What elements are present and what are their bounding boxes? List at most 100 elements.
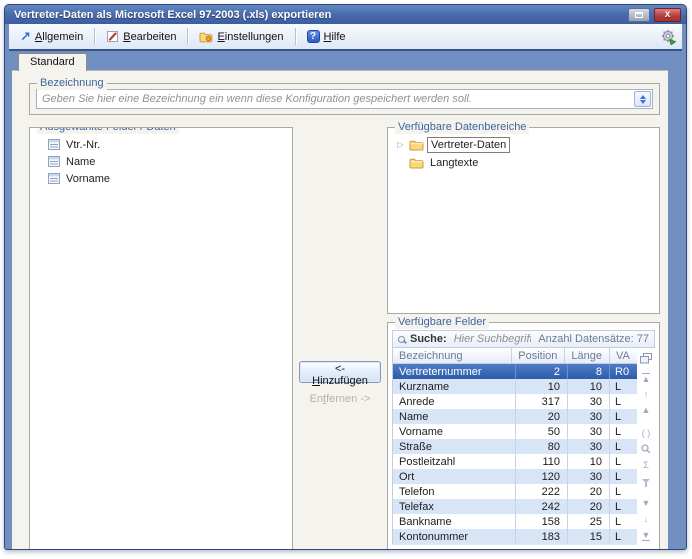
group-selected-fields: Ausgewählte Felder / Daten Vtr.-Nr. Name V… (29, 127, 293, 549)
tree-item[interactable]: Langtexte (395, 154, 655, 172)
search-row-icon[interactable] (641, 443, 651, 455)
main-row: Ausgewählte Felder / Daten Vtr.-Nr. Name V… (29, 120, 660, 549)
cell-laenge: 10 (567, 454, 609, 469)
cell-position: 183 (515, 529, 567, 544)
export-dialog-window: Vertreter-Daten als Microsoft Excel 97-2… (4, 4, 687, 550)
tree-item[interactable]: ▷ Vertreter-Daten (395, 136, 655, 154)
cell-va: L (609, 529, 637, 544)
group-available-fields: Verfügbare Felder Suche: Anzahl Datensät… (387, 315, 660, 549)
close-icon: x (664, 8, 671, 20)
toolbar-separator (94, 28, 96, 45)
list-item[interactable]: Name (39, 153, 288, 170)
cell-laenge: 8 (567, 364, 609, 379)
list-item[interactable]: Vtr.-Nr. (39, 136, 288, 153)
combo-dropdown-button[interactable] (634, 91, 651, 107)
cell-bezeichnung: Telefon (399, 485, 435, 498)
list-item-label: Vorname (66, 172, 111, 185)
group-bezeichnung: Bezeichnung (29, 76, 660, 115)
add-button[interactable]: <- Hinzufügen (299, 361, 381, 387)
right-column: Verfügbare Datenbereiche ▷ Vertreter-Date… (387, 120, 660, 549)
cell-bezeichnung: Bankname (399, 515, 452, 528)
cell-bezeichnung: Postleitzahl (399, 455, 456, 468)
export-gear-icon[interactable] (660, 29, 677, 45)
tab-page-standard: Bezeichnung Ausgewählte Felder / Daten V… (12, 70, 668, 549)
scroll-down-icon[interactable]: ▼ (642, 497, 651, 509)
window-title: Vertreter-Daten als Microsoft Excel 97-2… (14, 8, 332, 21)
toolbar-separator (187, 28, 189, 45)
column-chooser-icon[interactable] (640, 352, 652, 364)
spinner-up-icon (639, 94, 646, 99)
list-item[interactable]: Vorname (39, 170, 288, 187)
cell-laenge: 30 (567, 469, 609, 484)
cell-bezeichnung: Ort (399, 470, 415, 483)
cell-laenge: 30 (567, 439, 609, 454)
toolbar-button-hilfe[interactable]: ? Hilfe (301, 27, 352, 46)
table-row[interactable]: Telefax 242 20 L (393, 499, 637, 514)
column-header-1[interactable]: Position (511, 348, 564, 363)
cell-laenge: 30 (567, 409, 609, 424)
remove-button[interactable]: Entfernen -> (304, 392, 377, 406)
cell-position: 50 (515, 424, 567, 439)
column-header-0[interactable]: Bezeichnung (393, 348, 511, 363)
cell-laenge: 30 (567, 394, 609, 409)
group-data-areas: Verfügbare Datenbereiche ▷ Vertreter-Date… (387, 120, 660, 314)
cell-position: 242 (515, 499, 567, 514)
cell-laenge: 25 (567, 514, 609, 529)
column-header-3[interactable]: VA (609, 348, 637, 363)
cell-position: 158 (515, 514, 567, 529)
search-icon (398, 335, 405, 343)
move-up-icon[interactable]: ↑ (644, 388, 649, 400)
table-row[interactable]: Straße 80 30 L (393, 439, 637, 454)
filter-icon[interactable] (642, 475, 650, 487)
cell-bezeichnung: Name (399, 410, 429, 423)
scroll-up-icon[interactable]: ▲ (642, 404, 651, 416)
table-row[interactable]: Kurzname 10 10 L (393, 379, 637, 394)
summary-icon[interactable]: Σ (643, 459, 649, 471)
fields-body: Bezeichnung Position Länge VA Vertreternumm… (392, 348, 655, 545)
move-down-icon[interactable]: ↓ (644, 513, 649, 525)
bezeichnung-input[interactable] (37, 90, 633, 108)
expander-icon[interactable]: ▷ (395, 141, 406, 149)
parentheses-icon[interactable]: ( ) (642, 427, 651, 439)
cell-laenge: 15 (567, 529, 609, 544)
goto-last-icon[interactable]: ▼ (641, 529, 651, 541)
table-row[interactable]: Vorname 50 30 L (393, 424, 637, 439)
field-grid-icon (48, 173, 60, 184)
toolbar-button-label: Einstellungen (217, 30, 284, 43)
table-row[interactable]: Vertreternummer 2 8 R0 (393, 364, 637, 379)
spinner-down-icon (639, 99, 646, 104)
tab-standard[interactable]: Standard (18, 53, 87, 71)
cell-laenge: 20 (567, 499, 609, 514)
table-row[interactable]: Bankname 158 25 L (393, 514, 637, 529)
cell-va: L (609, 499, 637, 514)
folder-icon (409, 157, 424, 169)
column-header-2[interactable]: Länge (564, 348, 609, 363)
field-grid-icon (48, 156, 60, 167)
tab-strip: Standard (5, 51, 686, 71)
cell-position: 120 (515, 469, 567, 484)
close-button[interactable]: x (654, 7, 681, 22)
table-row[interactable]: Anrede 317 30 L (393, 394, 637, 409)
table-row[interactable]: Kontonummer 183 15 L (393, 529, 637, 544)
folder-icon (409, 139, 424, 151)
goto-first-icon[interactable]: ▲ (641, 372, 651, 384)
cell-bezeichnung: Kurzname (399, 380, 450, 393)
cell-va: L (609, 424, 637, 439)
search-input[interactable] (451, 332, 534, 346)
table-header: Bezeichnung Position Länge VA (393, 348, 637, 364)
toolbar-button-einstellungen[interactable]: Einstellungen (193, 28, 289, 46)
table-row[interactable]: Telefon 222 20 L (393, 484, 637, 499)
table-row[interactable]: Name 20 30 L (393, 409, 637, 424)
cell-laenge: 10 (567, 379, 609, 394)
search-label: Suche: (410, 333, 447, 345)
cell-position: 110 (515, 454, 567, 469)
toolbar-button-allgemein[interactable]: ↗ Allgemein (14, 28, 89, 46)
cell-va: L (609, 439, 637, 454)
table-row[interactable]: Ort 120 30 L (393, 469, 637, 484)
cell-bezeichnung: Telefax (399, 500, 434, 513)
toolbar-button-bearbeiten[interactable]: Bearbeiten (100, 27, 182, 46)
table-row[interactable]: Postleitzahl 110 10 L (393, 454, 637, 469)
title-bar: Vertreter-Daten als Microsoft Excel 97-2… (5, 5, 686, 24)
restore-button[interactable] (628, 7, 650, 22)
record-count: Anzahl Datensätze: 77 (538, 333, 649, 345)
